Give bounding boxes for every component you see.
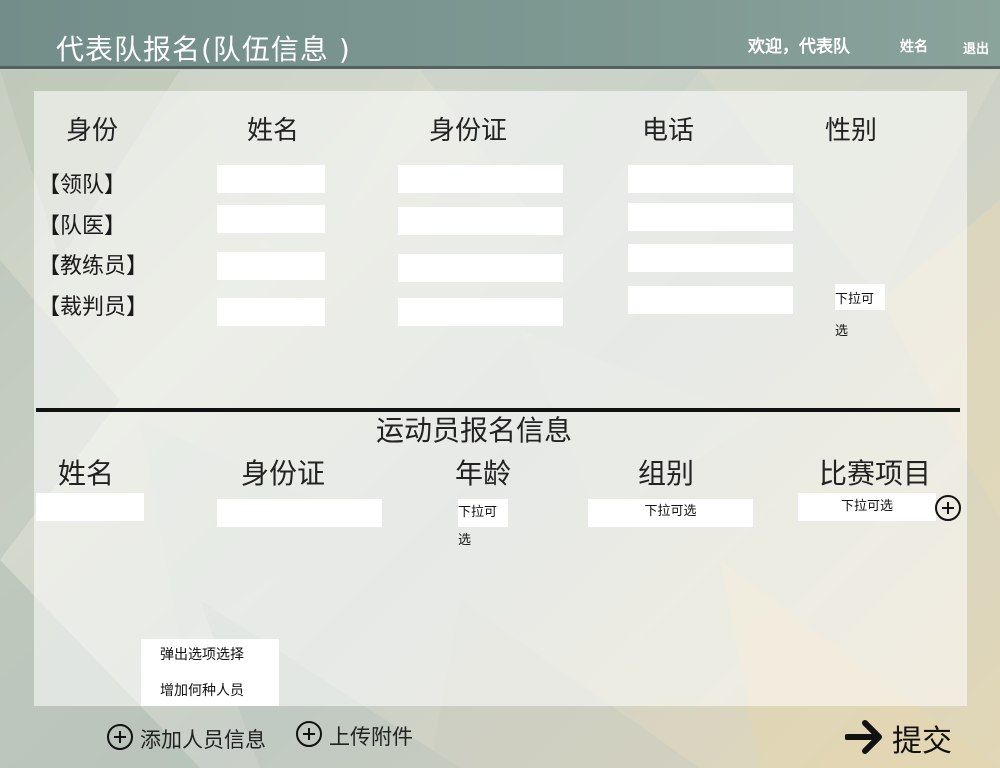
col-header-role: 身份	[66, 116, 119, 146]
add-person-button[interactable]: 添加人员信息	[140, 724, 266, 754]
leader-id-input[interactable]	[398, 165, 563, 193]
welcome-text: 欢迎，代表队	[748, 37, 850, 57]
referee-id-input[interactable]	[398, 298, 563, 326]
coach-phone-input[interactable]	[628, 244, 793, 272]
add-person-popup: 弹出选项选择 增加何种人员	[141, 639, 279, 706]
col-header-id: 身份证	[429, 116, 508, 146]
add-event-plus-icon[interactable]	[935, 495, 961, 521]
submit-button[interactable]: 提交	[892, 716, 952, 760]
athlete-col-group: 组别	[638, 457, 695, 490]
athlete-col-id: 身份证	[241, 457, 326, 490]
popup-option-person-type[interactable]: 增加何种人员	[160, 680, 244, 700]
leader-phone-input[interactable]	[628, 165, 793, 193]
athlete-col-name: 姓名	[58, 457, 115, 490]
doctor-name-input[interactable]	[217, 205, 325, 233]
user-name: 姓名	[900, 39, 928, 55]
submit-arrow-icon[interactable]	[845, 719, 885, 755]
athlete-group-select[interactable]: 下拉可选	[588, 499, 753, 527]
app-header: 代表队报名(队伍信息 ) 欢迎，代表队 姓名 退出	[0, 0, 1000, 69]
logout-link[interactable]: 退出	[963, 38, 989, 57]
upload-plus-icon[interactable]	[296, 721, 322, 747]
popup-option-select[interactable]: 弹出选项选择	[160, 644, 244, 664]
role-label-leader: 【领队】	[38, 173, 127, 198]
role-label-referee: 【裁判员】	[38, 295, 149, 320]
gender-select[interactable]: 下拉可选	[835, 284, 885, 339]
col-header-gender: 性别	[825, 116, 878, 146]
referee-phone-input[interactable]	[628, 286, 793, 314]
coach-id-input[interactable]	[398, 254, 563, 282]
athlete-event-select[interactable]: 下拉可选	[798, 493, 936, 521]
doctor-id-input[interactable]	[398, 207, 563, 235]
athlete-age-select[interactable]: 下拉可选	[458, 499, 508, 548]
doctor-phone-input[interactable]	[628, 203, 793, 231]
upload-attachment-button[interactable]: 上传附件	[329, 721, 413, 751]
role-label-coach: 【教练员】	[38, 254, 149, 279]
leader-name-input[interactable]	[217, 165, 325, 193]
athlete-name-input[interactable]	[36, 493, 144, 521]
athletes-section-title: 运动员报名信息	[376, 414, 573, 447]
add-person-plus-icon[interactable]	[107, 724, 133, 750]
coach-name-input[interactable]	[217, 252, 325, 280]
col-header-phone: 电话	[642, 116, 695, 146]
referee-name-input[interactable]	[217, 298, 325, 326]
athlete-col-event: 比赛项目	[819, 457, 932, 490]
page-title: 代表队报名(队伍信息 )	[56, 33, 351, 66]
role-label-doctor: 【队医】	[38, 214, 127, 239]
col-header-name: 姓名	[247, 116, 300, 146]
athlete-col-age: 年龄	[455, 457, 512, 490]
athlete-id-input[interactable]	[217, 499, 382, 527]
